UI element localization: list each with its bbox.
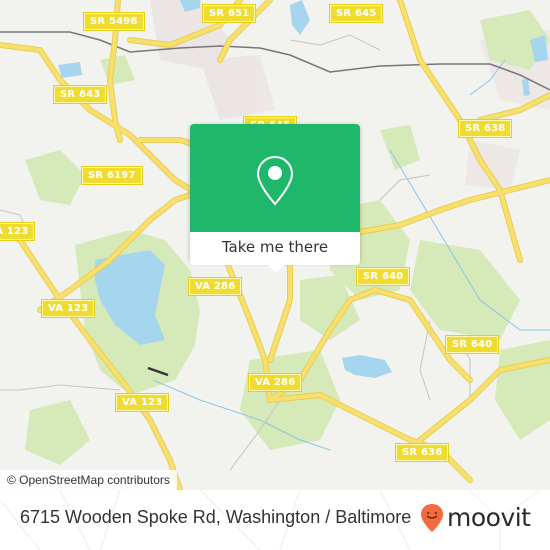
road-label: VA 286 bbox=[187, 277, 243, 296]
road-label: SR 638 bbox=[457, 119, 513, 138]
map-pin-icon bbox=[256, 155, 294, 206]
popup-header bbox=[190, 124, 360, 232]
road-label: VA 286 bbox=[247, 373, 303, 392]
take-me-there-button[interactable]: Take me there bbox=[190, 232, 360, 265]
moovit-logo[interactable]: moovit bbox=[420, 503, 531, 533]
map-view[interactable]: SR 5498 SR 651 SR 645 SR 643 SR 645 SR 6… bbox=[0, 0, 550, 490]
road-label: SR 640 bbox=[444, 335, 500, 354]
road-label: SR 645 bbox=[328, 4, 384, 23]
road-label: SR 651 bbox=[201, 4, 257, 23]
road-label: VA 123 bbox=[114, 393, 170, 412]
rail-line bbox=[0, 31, 550, 91]
moovit-pin-icon bbox=[421, 504, 443, 532]
road-label: VA 123 bbox=[0, 222, 36, 241]
popup-pointer bbox=[267, 264, 285, 273]
footer-bar: 6715 Wooden Spoke Rd, Washington / Balti… bbox=[0, 490, 550, 550]
road-label: VA 123 bbox=[40, 299, 96, 318]
road-label: SR 5498 bbox=[83, 12, 145, 31]
location-address: 6715 Wooden Spoke Rd, Washington / Balti… bbox=[20, 507, 412, 527]
osm-attribution[interactable]: © OpenStreetMap contributors bbox=[0, 470, 177, 490]
location-popup[interactable]: Take me there bbox=[190, 124, 360, 273]
road-label: SR 643 bbox=[52, 85, 108, 104]
road-label: SR 636 bbox=[394, 443, 450, 462]
road-label: SR 6197 bbox=[81, 166, 143, 185]
road-label: SR 640 bbox=[355, 267, 411, 286]
moovit-wordmark: moovit bbox=[447, 503, 531, 532]
